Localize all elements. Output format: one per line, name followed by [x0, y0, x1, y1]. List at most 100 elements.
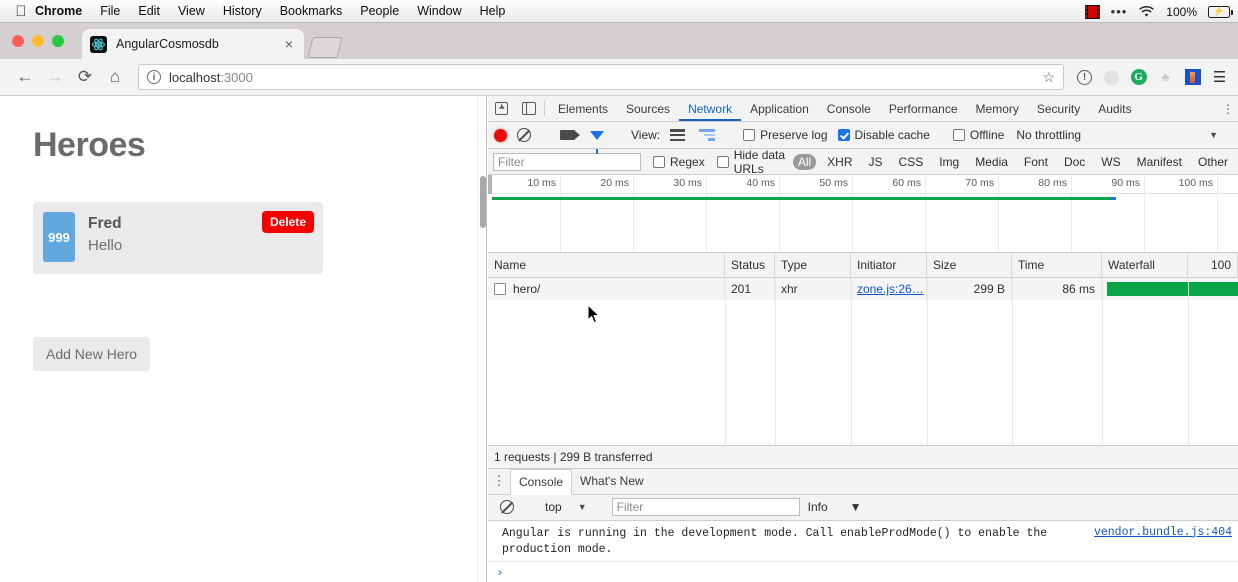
tab-security[interactable]: Security — [1028, 96, 1089, 121]
type-filter-xhr[interactable]: XHR — [822, 154, 857, 170]
wifi-icon[interactable] — [1138, 6, 1155, 18]
console-prompt[interactable]: › — [488, 561, 1238, 582]
clear-icon[interactable] — [511, 128, 537, 142]
row-checkbox[interactable] — [494, 283, 506, 295]
camera-icon[interactable] — [554, 130, 580, 140]
type-filter-css[interactable]: CSS — [894, 154, 929, 170]
tab-memory[interactable]: Memory — [967, 96, 1028, 121]
apple-logo-icon[interactable]:  — [0, 4, 26, 19]
vertical-dots-icon[interactable]: ⋮ — [1218, 96, 1238, 121]
toggle-device-toolbar-icon[interactable] — [514, 96, 540, 121]
type-filter-doc[interactable]: Doc — [1059, 154, 1090, 170]
funnel-icon[interactable] — [584, 131, 610, 140]
menu-item-people[interactable]: People — [351, 0, 408, 23]
bookmark-star-icon[interactable]: ☆ — [1042, 69, 1055, 86]
add-new-hero-button[interactable]: Add New Hero — [33, 337, 150, 371]
console-level-select[interactable]: Info ▼ — [808, 500, 862, 514]
close-tab-icon[interactable]: × — [282, 36, 296, 52]
tab-elements[interactable]: Elements — [549, 96, 617, 121]
url-host: localhost — [169, 70, 220, 85]
column-header-initiator[interactable]: Initiator — [851, 253, 927, 278]
browser-tab[interactable]: AngularCosmosdb × — [82, 29, 304, 59]
column-header-type[interactable]: Type — [775, 253, 851, 278]
minimize-window-button[interactable] — [32, 35, 44, 47]
hero-card[interactable]: 999 Fred Hello Delete — [33, 202, 323, 274]
close-window-button[interactable] — [12, 35, 24, 47]
type-filter-ws[interactable]: WS — [1096, 154, 1125, 170]
drawer-tab-console[interactable]: Console — [510, 469, 572, 495]
hide-data-urls-checkbox[interactable]: Hide data URLs — [717, 148, 787, 176]
record-button[interactable] — [494, 129, 507, 142]
battery-charging-icon[interactable]: ⚡ — [1208, 6, 1230, 18]
tab-performance[interactable]: Performance — [880, 96, 967, 121]
console-filter-input[interactable] — [612, 498, 800, 516]
new-tab-icon[interactable] — [307, 37, 342, 58]
cell-initiator[interactable]: zone.js:26… — [851, 278, 927, 300]
page-info-icon[interactable]: i — [147, 70, 161, 84]
grammarly-icon[interactable]: G — [1130, 69, 1147, 86]
preserve-log-checkbox[interactable]: Preserve log — [743, 128, 827, 142]
tab-console[interactable]: Console — [818, 96, 880, 121]
list-view-icon[interactable] — [664, 129, 690, 141]
clear-console-icon[interactable] — [494, 500, 520, 514]
menu-item-history[interactable]: History — [214, 0, 271, 23]
menu-item-bookmarks[interactable]: Bookmarks — [271, 0, 352, 23]
throttling-select[interactable]: No throttling — [1016, 128, 1081, 142]
colorpicker-extension-icon[interactable] — [1184, 69, 1201, 86]
tab-audits[interactable]: Audits — [1089, 96, 1140, 121]
initiator-link[interactable]: zone.js:26… — [857, 282, 924, 296]
type-filter-manifest[interactable]: Manifest — [1132, 154, 1187, 170]
film-strip-icon[interactable] — [1085, 5, 1100, 19]
column-header-waterfall[interactable]: Waterfall — [1102, 253, 1188, 278]
delete-hero-button[interactable]: Delete — [262, 211, 314, 233]
menu-item-view[interactable]: View — [169, 0, 214, 23]
console-message-source[interactable]: vendor.bundle.js:404 — [1094, 526, 1232, 559]
menu-item-file[interactable]: File — [91, 0, 129, 23]
drawer-tab-whats-new[interactable]: What's New — [572, 469, 652, 494]
column-header-name[interactable]: Name — [488, 253, 725, 278]
ellipsis-icon[interactable]: ••• — [1111, 4, 1128, 19]
column-header-time[interactable]: Time — [1012, 253, 1102, 278]
faded-extension-icon[interactable] — [1103, 69, 1120, 86]
type-filter-other[interactable]: Other — [1193, 154, 1233, 170]
menu-item-window[interactable]: Window — [408, 0, 470, 23]
back-arrow-icon[interactable]: ← — [10, 62, 40, 92]
vertical-dots-icon[interactable]: ⋮ — [488, 469, 510, 494]
reload-icon[interactable]: ⟳ — [70, 62, 100, 92]
page-scrollbar[interactable] — [477, 96, 486, 582]
column-header-size[interactable]: Size — [927, 253, 1012, 278]
type-filter-media[interactable]: Media — [970, 154, 1013, 170]
home-icon[interactable]: ⌂ — [100, 62, 130, 92]
disable-cache-checkbox[interactable]: Disable cache — [838, 128, 930, 142]
console-context-select[interactable]: top ▼ — [545, 500, 587, 514]
menu-item-help[interactable]: Help — [471, 0, 515, 23]
cell-size: 299 B — [927, 278, 1012, 300]
menu-item-chrome[interactable]: Chrome — [26, 0, 91, 23]
tree-extension-icon[interactable]: ♣ — [1157, 69, 1174, 86]
network-overview-timeline[interactable]: 10 ms 20 ms 30 ms 40 ms 50 ms 60 ms 70 m… — [488, 175, 1238, 253]
cell-name[interactable]: hero/ — [488, 278, 725, 300]
tab-network[interactable]: Network — [679, 96, 741, 121]
type-filter-all[interactable]: All — [793, 154, 816, 170]
inspect-element-icon[interactable] — [488, 96, 514, 121]
cell-waterfall[interactable] — [1102, 278, 1238, 300]
tab-application[interactable]: Application — [741, 96, 818, 121]
forward-arrow-icon[interactable]: → — [40, 62, 70, 92]
table-row[interactable]: hero/ 201 xhr zone.js:26… 299 B 86 ms — [488, 278, 1238, 300]
regex-checkbox[interactable]: Regex — [653, 155, 705, 169]
type-filter-img[interactable]: Img — [934, 154, 964, 170]
waterfall-view-icon[interactable] — [694, 129, 720, 141]
overview-left-handle[interactable] — [488, 175, 492, 194]
menu-item-edit[interactable]: Edit — [129, 0, 169, 23]
info-extension-icon[interactable]: ! — [1076, 69, 1093, 86]
tab-sources[interactable]: Sources — [617, 96, 679, 121]
profile-icon[interactable]: ☰ — [1211, 69, 1228, 86]
address-bar[interactable]: i localhost:3000 ☆ — [138, 64, 1064, 90]
column-header-status[interactable]: Status — [725, 253, 775, 278]
maximize-window-button[interactable] — [52, 35, 64, 47]
type-filter-js[interactable]: JS — [864, 154, 888, 170]
filter-input[interactable] — [493, 153, 641, 171]
type-filter-font[interactable]: Font — [1019, 154, 1053, 170]
offline-checkbox[interactable]: Offline — [953, 128, 1004, 142]
chevron-down-icon[interactable]: ▼ — [1209, 130, 1232, 140]
